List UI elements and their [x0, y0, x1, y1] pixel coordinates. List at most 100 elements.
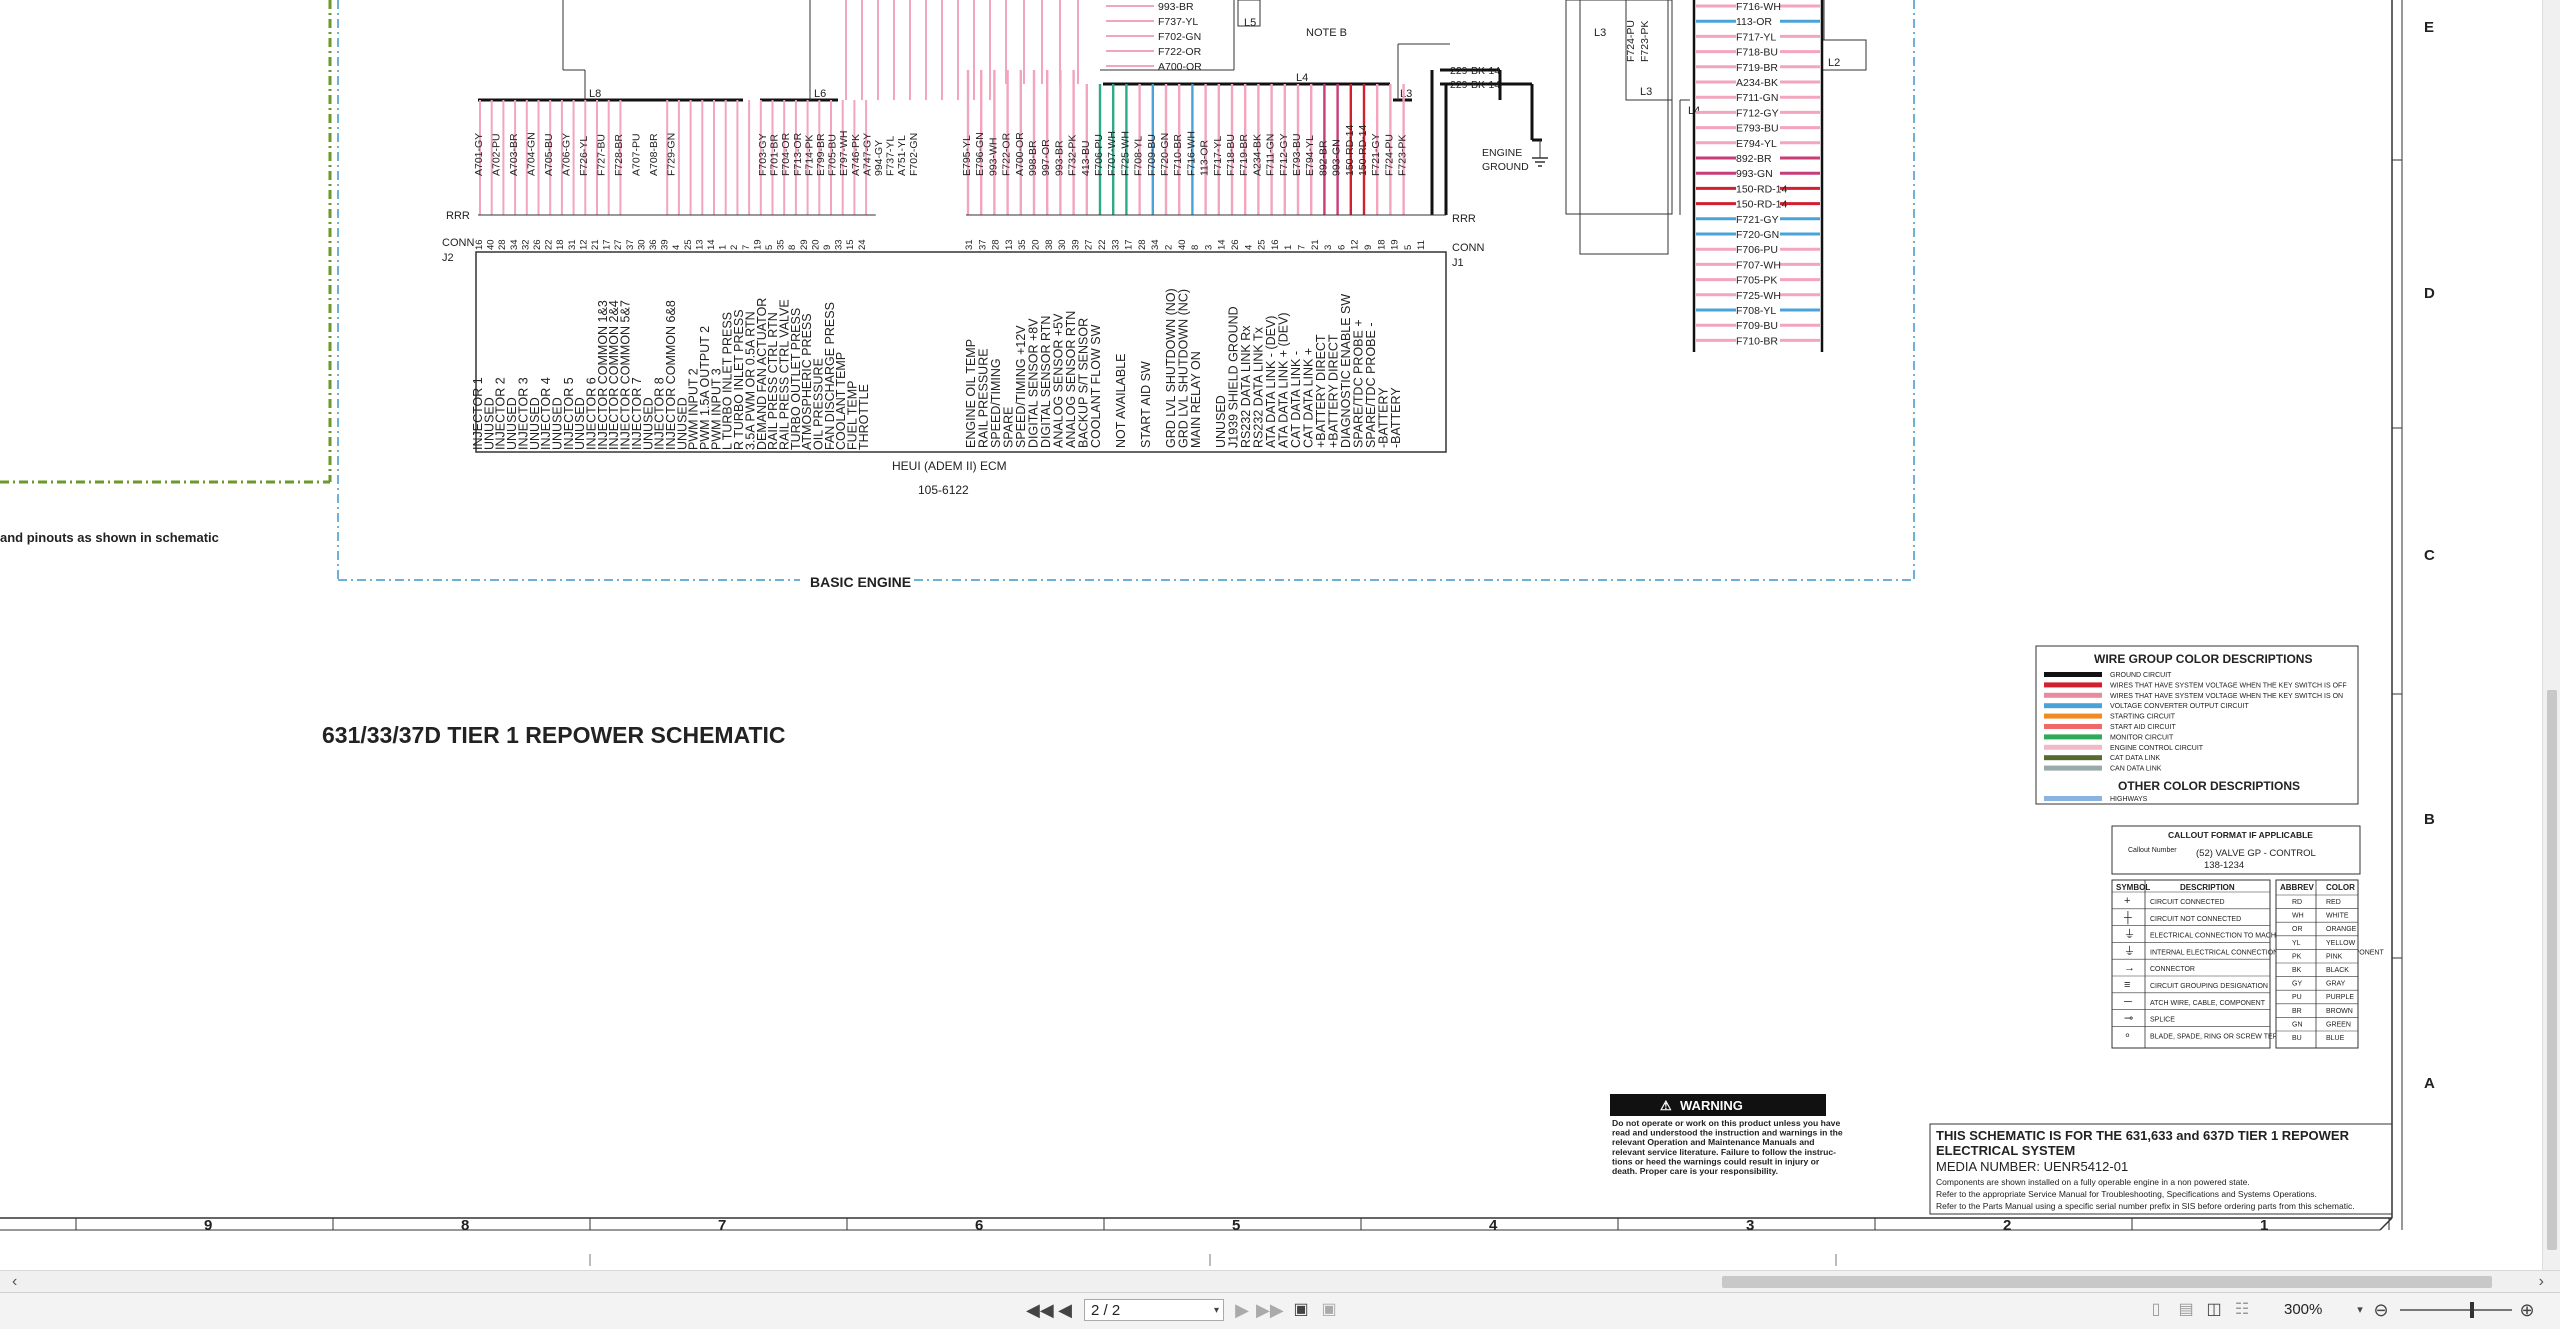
last-page-icon[interactable]: ▶▶ [1256, 1299, 1284, 1321]
j2-pin-number: 1 [718, 245, 729, 250]
j2-pin-number: 21 [590, 239, 601, 250]
j2-wire-label: F727-BU [596, 134, 608, 176]
j2-pin-number: 32 [520, 239, 531, 250]
j2-pin-number: 36 [648, 239, 659, 250]
two-page-view-icon[interactable]: ◫ [2204, 1299, 2224, 1321]
right-bundle-wire-label: F717-YL [1736, 31, 1776, 43]
page-dropdown-icon[interactable]: ▾ [1214, 1300, 1219, 1322]
abbrev-color: WHITE [2326, 913, 2349, 920]
j1-pin-number: 3 [1323, 245, 1334, 250]
fit-width-icon[interactable]: ▣ [1318, 1299, 1340, 1321]
j2-wire-label: F705-BU [827, 134, 839, 176]
j2-wire-label: F704-OR [780, 132, 792, 176]
j2-pin-number: 5 [764, 245, 775, 250]
continuous-view-icon[interactable]: ▤ [2176, 1299, 2196, 1321]
j1-wire-label: 993-BR [1053, 140, 1065, 176]
j1-pin-number: 20 [1031, 239, 1042, 250]
zoom-out-icon[interactable]: ⊖ [2370, 1299, 2392, 1321]
j1-wire-label: F706-PU [1093, 134, 1105, 176]
wire-legend-title: WIRE GROUP COLOR DESCRIPTIONS [2094, 652, 2312, 666]
legend-label: VOLTAGE CONVERTER OUTPUT CIRCUIT [2110, 703, 2249, 710]
j2-pin-number: 2 [729, 245, 740, 250]
j2-wire-label: F703-GY [757, 133, 769, 176]
legend-label: GROUND CIRCUIT [2110, 672, 2172, 679]
abbrev-code: WH [2292, 913, 2304, 920]
ecm-part-number: 105-6122 [918, 483, 969, 497]
schematic-canvas: BASIC ENGINE and pinouts as shown in sch… [0, 0, 2560, 1270]
abbrev-col-header: ABBREV [2280, 883, 2314, 892]
top-wire-label: A700-OR [1158, 61, 1202, 73]
j1-pin-number: 4 [1243, 245, 1254, 250]
grid-column-number: 6 [975, 1217, 983, 1234]
j2-wire-label: A702-PU [491, 133, 503, 176]
legend-swatch [2044, 692, 2102, 698]
warning-title: WARNING [1680, 1098, 1743, 1113]
j2-wire-label: 994-GY [873, 140, 885, 176]
j1-pin-function: -BATTERY [1389, 387, 1403, 448]
j1-pin-number: 8 [1190, 245, 1201, 250]
j2-pin-number: 24 [857, 239, 868, 250]
grid-column-number: 1 [2260, 1217, 2268, 1234]
j1-pin-number: 37 [977, 239, 988, 250]
abbrev-color: YELLOW [2326, 940, 2356, 947]
zoom-slider[interactable] [2400, 1309, 2512, 1311]
single-page-view-icon[interactable]: ▯ [2146, 1299, 2166, 1321]
warning-line: read and understood the instruction and … [1612, 1128, 1843, 1138]
symbol-glyph: ┼ [2123, 910, 2132, 925]
j1-wire-label: F722-OR [1001, 132, 1013, 176]
prev-page-icon[interactable]: ◀ [1056, 1299, 1074, 1321]
j1-wire-label: F719-BR [1238, 134, 1250, 176]
j1-wire-label: F732-PK [1067, 135, 1079, 176]
warning-line: relevant Operation and Maintenance Manua… [1612, 1137, 1814, 1147]
zoom-in-icon[interactable]: ⊕ [2516, 1299, 2538, 1321]
zoom-level[interactable]: 300% [2284, 1299, 2344, 1321]
right-bundle-wire-label: F707-WH [1736, 259, 1781, 271]
symbol-description: CIRCUIT CONNECTED [2150, 899, 2225, 906]
j2-conn-label: CONN [442, 237, 474, 249]
j1-wire-label: E793-BU [1291, 133, 1303, 176]
scroll-mode-icon[interactable]: ☷ [2232, 1299, 2252, 1321]
connector-wire-label: F724-PU [1625, 20, 1637, 62]
grid-row-letter: C [2424, 547, 2435, 564]
page-number-field[interactable]: 2 / 2 ▾ [1084, 1299, 1224, 1321]
zoom-slider-knob[interactable] [2470, 1302, 2474, 1318]
grid-column-number: 3 [1746, 1217, 1754, 1234]
callout-number-label: Callout Number [2128, 847, 2177, 854]
abbrev-code: BR [2292, 1008, 2302, 1015]
j1-wire-label: F718-BU [1225, 134, 1237, 176]
vertical-scrollbar[interactable] [2542, 0, 2560, 1270]
right-bundle-wire-label: F705-PK [1736, 275, 1777, 287]
j1-pin-number: 27 [1084, 239, 1095, 250]
horizontal-scroll-thumb[interactable] [1722, 1276, 2492, 1288]
scroll-right-icon[interactable]: › [2539, 1271, 2544, 1293]
legend-swatch [2044, 796, 2102, 801]
zoom-dropdown-icon[interactable]: ▾ [2354, 1299, 2366, 1321]
right-bundle-wire-label: A234-BK [1736, 77, 1778, 89]
j2-wire-label: A706-GY [561, 133, 573, 176]
j1-wire-label: F709-BU [1146, 134, 1158, 176]
legend-swatch [2044, 672, 2102, 677]
right-bundle-wire-label: 150-RD-14 [1736, 183, 1788, 195]
abbrev-color: GREEN [2326, 1021, 2351, 1028]
first-page-icon[interactable]: ◀◀ [1026, 1299, 1054, 1321]
j2-pin-number: 12 [578, 239, 589, 250]
symbol-description: CIRCUIT NOT CONNECTED [2150, 916, 2241, 923]
top-wire-label: F722-OR [1158, 46, 1202, 58]
j2-wire-label: A707-PU [631, 133, 643, 176]
legend-swatch [2044, 744, 2102, 750]
vertical-scroll-thumb[interactable] [2547, 690, 2557, 1250]
callout-line-1: (52) VALVE GP - CONTROL [2196, 848, 2316, 859]
j2-pin-number: 9 [822, 245, 833, 250]
j1-wire-label: F711-GN [1265, 134, 1277, 176]
bundle-l3-label: L3 [1400, 88, 1412, 100]
j2-pin-number: 25 [683, 239, 694, 250]
next-page-icon[interactable]: ▶ [1234, 1299, 1250, 1321]
j2-wire-label: A705-BU [543, 133, 555, 176]
horizontal-scrollbar[interactable]: ‹ › [0, 1270, 2560, 1293]
j2-wire-label: A746-PK [850, 134, 862, 176]
scroll-left-icon[interactable]: ‹ [12, 1271, 17, 1293]
j1-pin-number: 35 [1017, 239, 1028, 250]
j2-pin-number: 37 [625, 239, 636, 250]
j1-pin-number: 1 [1283, 245, 1294, 250]
fit-page-icon[interactable]: ▣ [1290, 1299, 1312, 1321]
